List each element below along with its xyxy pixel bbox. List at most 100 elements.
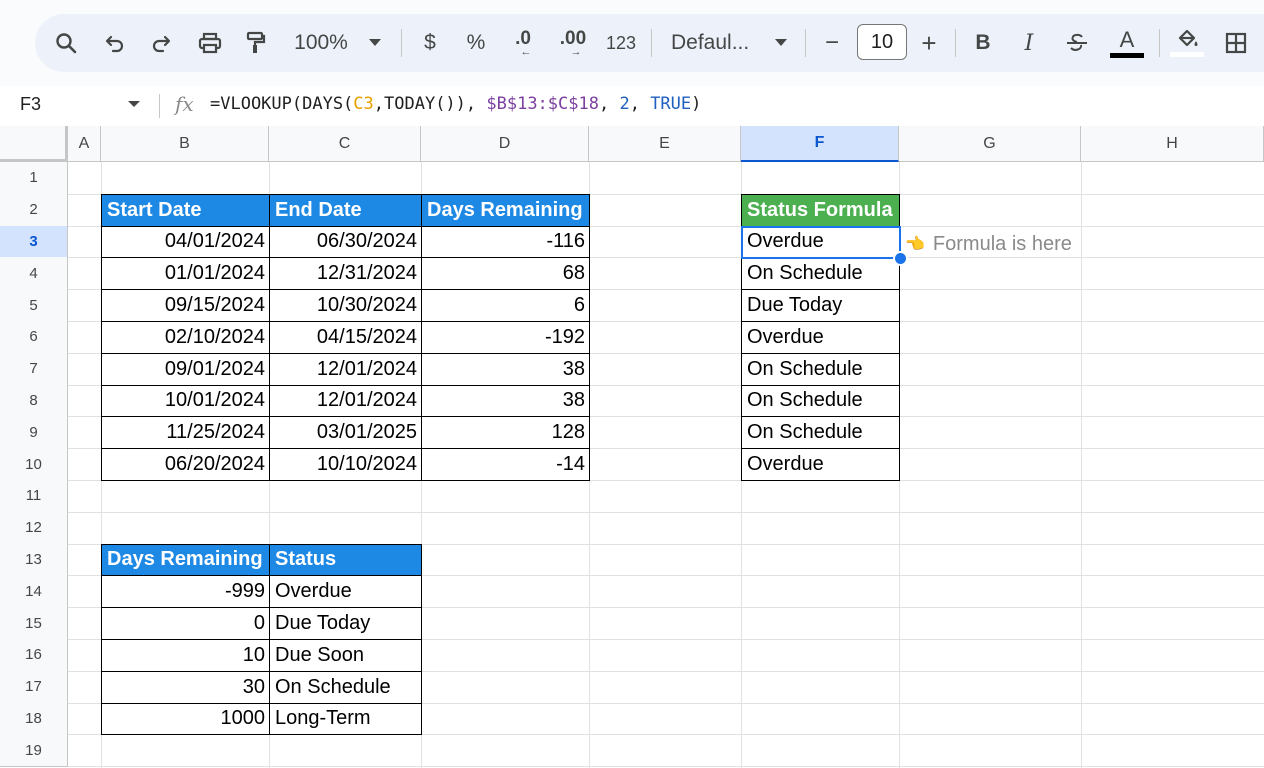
status-cell[interactable]: On Schedule xyxy=(741,416,900,450)
table-header-cell[interactable]: Days Remaining xyxy=(421,193,590,227)
table-cell[interactable]: 12/01/2024 xyxy=(269,352,422,386)
row-header-11[interactable]: 11 xyxy=(0,480,68,513)
table-cell[interactable]: 06/20/2024 xyxy=(101,448,270,481)
status-cell[interactable]: On Schedule xyxy=(741,257,900,291)
row-header-12[interactable]: 12 xyxy=(0,511,68,545)
row-header-18[interactable]: 18 xyxy=(0,702,68,736)
row-header-7[interactable]: 7 xyxy=(0,352,68,386)
font-size-input[interactable]: 10 xyxy=(857,24,907,60)
fill-color-button[interactable] xyxy=(1169,14,1205,72)
redo-button[interactable] xyxy=(145,14,177,72)
row-header-14[interactable]: 14 xyxy=(0,575,68,609)
borders-button[interactable] xyxy=(1221,14,1251,72)
table-cell[interactable]: 04/01/2024 xyxy=(101,225,270,259)
increase-decimals-button[interactable]: .00 → xyxy=(555,14,591,72)
row-header-16[interactable]: 16 xyxy=(0,639,68,672)
strikethrough-button[interactable] xyxy=(1061,14,1093,72)
lookup-header-cell[interactable]: Status xyxy=(269,543,422,577)
status-cell[interactable]: Overdue xyxy=(741,448,900,481)
table-cell[interactable]: 6 xyxy=(421,289,590,322)
increase-font-size-button[interactable]: + xyxy=(915,14,943,72)
table-header-cell[interactable]: End Date xyxy=(269,193,422,227)
decrease-decimals-button[interactable]: .0 ← xyxy=(505,14,541,72)
active-cell-selection[interactable] xyxy=(741,225,901,260)
status-header-cell[interactable]: Status Formula xyxy=(741,193,900,227)
status-cell[interactable]: On Schedule xyxy=(741,384,900,418)
bold-button[interactable]: B xyxy=(969,14,997,72)
italic-button[interactable]: I xyxy=(1015,14,1043,72)
lookup-status-cell[interactable]: On Schedule xyxy=(269,670,422,704)
column-header-f[interactable]: F xyxy=(741,126,899,162)
row-header-19[interactable]: 19 xyxy=(0,734,68,768)
row-header-15[interactable]: 15 xyxy=(0,607,68,640)
zoom-select[interactable]: 100% xyxy=(289,14,353,72)
status-cell[interactable]: Overdue xyxy=(741,321,900,354)
print-button[interactable] xyxy=(193,14,227,72)
column-header-c[interactable]: C xyxy=(269,126,421,162)
lookup-days-cell[interactable]: -999 xyxy=(101,575,270,609)
row-header-13[interactable]: 13 xyxy=(0,543,68,577)
row-header-9[interactable]: 9 xyxy=(0,416,68,450)
status-cell[interactable]: On Schedule xyxy=(741,352,900,386)
column-header-h[interactable]: H xyxy=(1081,126,1264,162)
row-header-17[interactable]: 17 xyxy=(0,670,68,704)
select-all-corner[interactable] xyxy=(0,126,68,162)
lookup-status-cell[interactable]: Long-Term xyxy=(269,702,422,736)
zoom-dropdown-button[interactable] xyxy=(365,14,385,72)
table-cell[interactable]: 68 xyxy=(421,257,590,291)
formula-input[interactable]: =VLOOKUP(DAYS(C3,TODAY()), $B$13:$C$18, … xyxy=(210,94,701,114)
row-header-4[interactable]: 4 xyxy=(0,257,68,291)
table-cell[interactable]: -192 xyxy=(421,321,590,354)
table-cell[interactable]: 03/01/2025 xyxy=(269,416,422,450)
name-box-dropdown-icon[interactable] xyxy=(128,101,140,107)
column-header-e[interactable]: E xyxy=(589,126,741,162)
row-header-10[interactable]: 10 xyxy=(0,448,68,481)
lookup-status-cell[interactable]: Due Soon xyxy=(269,639,422,672)
format-currency-button[interactable]: $ xyxy=(417,14,443,72)
table-cell[interactable]: 128 xyxy=(421,416,590,450)
table-cell[interactable]: 04/15/2024 xyxy=(269,321,422,354)
search-menus-button[interactable] xyxy=(49,14,83,72)
table-cell[interactable]: 10/30/2024 xyxy=(269,289,422,322)
table-cell[interactable]: 11/25/2024 xyxy=(101,416,270,450)
table-cell[interactable]: 09/15/2024 xyxy=(101,289,270,322)
column-header-b[interactable]: B xyxy=(101,126,269,162)
row-header-3[interactable]: 3 xyxy=(0,225,68,259)
format-percent-button[interactable]: % xyxy=(463,14,489,72)
paint-format-button[interactable] xyxy=(241,14,271,72)
undo-button[interactable] xyxy=(99,14,131,72)
decrease-font-size-button[interactable]: − xyxy=(819,14,845,72)
table-cell[interactable]: 10/01/2024 xyxy=(101,384,270,418)
font-dropdown-button[interactable] xyxy=(771,14,791,72)
name-box[interactable]: F3 xyxy=(20,94,41,115)
font-select[interactable]: Defaul... xyxy=(671,14,761,72)
table-cell[interactable]: -116 xyxy=(421,225,590,259)
lookup-status-cell[interactable]: Due Today xyxy=(269,607,422,640)
row-header-5[interactable]: 5 xyxy=(0,289,68,322)
row-header-1[interactable]: 1 xyxy=(0,162,68,195)
row-header-2[interactable]: 2 xyxy=(0,193,68,227)
table-cell[interactable]: -14 xyxy=(421,448,590,481)
column-header-a[interactable]: A xyxy=(68,126,101,162)
table-cell[interactable]: 38 xyxy=(421,352,590,386)
table-cell[interactable]: 12/01/2024 xyxy=(269,384,422,418)
lookup-status-cell[interactable]: Overdue xyxy=(269,575,422,609)
more-formats-button[interactable]: 123 xyxy=(603,14,639,72)
table-cell[interactable]: 02/10/2024 xyxy=(101,321,270,354)
table-header-cell[interactable]: Start Date xyxy=(101,193,270,227)
lookup-days-cell[interactable]: 30 xyxy=(101,670,270,704)
table-cell[interactable]: 09/01/2024 xyxy=(101,352,270,386)
table-cell[interactable]: 10/10/2024 xyxy=(269,448,422,481)
column-header-d[interactable]: D xyxy=(421,126,589,162)
column-header-g[interactable]: G xyxy=(899,126,1081,162)
lookup-days-cell[interactable]: 1000 xyxy=(101,702,270,736)
table-cell[interactable]: 06/30/2024 xyxy=(269,225,422,259)
row-header-6[interactable]: 6 xyxy=(0,321,68,354)
status-cell[interactable]: Due Today xyxy=(741,289,900,322)
lookup-days-cell[interactable]: 0 xyxy=(101,607,270,640)
lookup-days-cell[interactable]: 10 xyxy=(101,639,270,672)
table-cell[interactable]: 12/31/2024 xyxy=(269,257,422,291)
lookup-header-cell[interactable]: Days Remaining xyxy=(101,543,270,577)
table-cell[interactable]: 38 xyxy=(421,384,590,418)
table-cell[interactable]: 01/01/2024 xyxy=(101,257,270,291)
